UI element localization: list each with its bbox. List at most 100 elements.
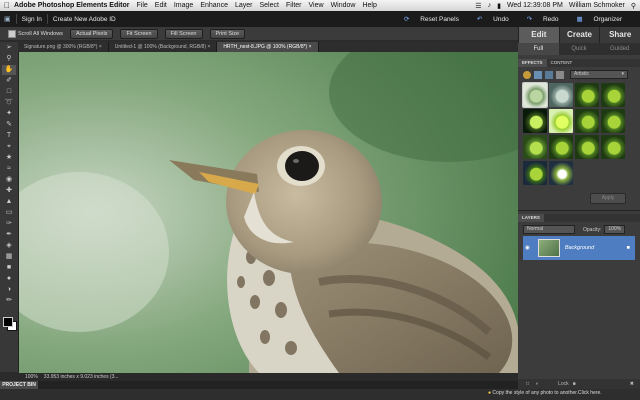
straighten-tool-icon[interactable]: ≈ <box>2 164 16 174</box>
clock[interactable]: Wed 12:39:08 PM <box>507 2 563 9</box>
brush-tool-icon[interactable]: ✑ <box>2 219 16 229</box>
tab-quick[interactable]: Quick <box>559 43 600 55</box>
tab-create[interactable]: Create <box>558 27 600 43</box>
effect-thumbnail[interactable] <box>523 109 547 133</box>
type-tool-icon[interactable]: T <box>2 131 16 141</box>
opacity-input[interactable]: 100% <box>604 225 626 234</box>
user-name[interactable]: William Schmoker <box>569 2 625 9</box>
volume-icon[interactable]: ♪ <box>488 2 492 9</box>
doc-tab-hrth-nest[interactable]: HRTH_nest-8.JPG @ 100% (RGB/8*) × <box>217 42 319 52</box>
blend-mode-select[interactable]: Normal <box>523 225 575 234</box>
menu-enhance[interactable]: Enhance <box>200 2 228 9</box>
menu-window[interactable]: Window <box>331 2 356 9</box>
tab-edit[interactable]: Edit <box>518 27 559 43</box>
effect-thumbnail[interactable] <box>522 82 548 108</box>
gradient-tool-icon[interactable]: ▦ <box>2 252 16 262</box>
hand-tool-icon[interactable]: ✋ <box>2 65 16 75</box>
sign-in-link[interactable]: Sign In <box>22 16 42 23</box>
menu-view[interactable]: View <box>309 2 324 9</box>
doc-tab-untitled[interactable]: Untitled-1 @ 100% (Background, RGB/8) × <box>109 42 218 52</box>
effect-thumbnail[interactable] <box>575 135 599 159</box>
lasso-tool-icon[interactable]: ➰ <box>2 98 16 108</box>
reset-panels-button[interactable]: ⟳ Reset Panels <box>404 15 468 23</box>
apple-menu-icon[interactable]:  <box>0 1 14 10</box>
move-tool-icon[interactable]: ➢ <box>2 43 16 53</box>
pencil-tool-icon[interactable]: ✏ <box>2 296 16 306</box>
fit-screen-button[interactable]: Fit Screen <box>120 28 158 39</box>
foreground-color-swatch[interactable] <box>3 317 13 327</box>
redo-button[interactable]: ↷ Redo <box>527 15 568 23</box>
clone-stamp-tool-icon[interactable]: ▲ <box>2 197 16 207</box>
cookie-cutter-tool-icon[interactable]: ★ <box>2 153 16 163</box>
menu-help[interactable]: Help <box>362 2 376 9</box>
healing-brush-tool-icon[interactable]: ✚ <box>2 186 16 196</box>
scroll-all-checkbox[interactable] <box>8 29 16 38</box>
home-icon[interactable]: ▣ <box>4 15 11 23</box>
menu-file[interactable]: File <box>137 2 148 9</box>
tab-full[interactable]: Full <box>518 43 559 55</box>
effect-thumbnail[interactable] <box>601 83 625 107</box>
effect-thumbnail[interactable] <box>523 161 547 185</box>
apply-effect-button[interactable]: Apply <box>590 193 626 204</box>
layer-styles-icon[interactable] <box>534 70 542 79</box>
color-swatches-icon[interactable] <box>2 314 17 334</box>
organizer-button[interactable]: ▦ Organizer <box>577 15 632 23</box>
zoom-level[interactable]: 100% <box>25 374 38 380</box>
spotlight-search-icon[interactable]: ⚲ <box>631 2 636 10</box>
eraser-tool-icon[interactable]: ▭ <box>2 208 16 218</box>
quick-selection-tool-icon[interactable]: ✎ <box>2 120 16 130</box>
fill-screen-button[interactable]: Fill Screen <box>164 28 203 39</box>
all-effects-icon[interactable] <box>556 70 564 79</box>
red-eye-tool-icon[interactable]: ◉ <box>2 175 16 185</box>
effect-thumbnail[interactable] <box>549 109 573 133</box>
shape-tool-icon[interactable]: ■ <box>2 263 16 273</box>
actual-pixels-button[interactable]: Actual Pixels <box>69 28 114 39</box>
tab-guided[interactable]: Guided <box>599 43 640 55</box>
effect-thumbnail[interactable] <box>523 135 547 159</box>
effect-thumbnail[interactable] <box>549 161 573 185</box>
menu-select[interactable]: Select <box>259 2 278 9</box>
photo-effects-icon[interactable] <box>545 70 553 79</box>
trash-icon[interactable]: ✖ <box>630 381 634 387</box>
eyedropper-tool-icon[interactable]: ✐ <box>2 76 16 86</box>
tab-content[interactable]: CONTENT <box>547 59 577 67</box>
sponge-tool-icon[interactable]: ◑ <box>2 285 16 295</box>
crop-tool-icon[interactable]: ⌖ <box>2 142 16 152</box>
blur-tool-icon[interactable]: ● <box>2 274 16 284</box>
tab-share[interactable]: Share <box>599 27 640 43</box>
print-size-button[interactable]: Print Size <box>209 28 246 39</box>
effect-thumbnail[interactable] <box>549 135 573 159</box>
wifi-icon[interactable]: ☰ <box>475 2 481 10</box>
battery-icon[interactable]: ▮ <box>497 2 501 10</box>
document-dimensions[interactable]: 33.953 inches x 9.023 inches (3... <box>44 374 119 380</box>
menu-edit[interactable]: Edit <box>155 2 167 9</box>
create-adobe-id-link[interactable]: Create New Adobe ID <box>53 16 116 23</box>
lock-all-icon[interactable]: ■ <box>573 381 576 387</box>
app-name-menu[interactable]: Adobe Photoshop Elements Editor <box>14 2 130 9</box>
undo-button[interactable]: ↶ Undo <box>477 15 518 23</box>
menu-layer[interactable]: Layer <box>235 2 253 9</box>
effect-thumbnail[interactable] <box>575 109 599 133</box>
menu-image[interactable]: Image <box>174 2 193 9</box>
project-bin-button[interactable]: PROJECT BIN <box>0 381 38 389</box>
marquee-tool-icon[interactable]: □ <box>2 87 16 97</box>
zoom-tool-icon[interactable]: ⚲ <box>2 54 16 64</box>
adjustment-layer-icon[interactable]: ◑ <box>535 381 538 387</box>
tab-effects[interactable]: EFFECTS <box>518 59 547 67</box>
effect-category-select[interactable]: Artistic ▾ <box>570 70 628 79</box>
effect-thumbnail[interactable] <box>575 83 599 107</box>
visibility-eye-icon[interactable]: ◉ <box>525 245 530 251</box>
tip-text[interactable]: ● Copy the style of any photo to another… <box>488 390 602 396</box>
new-layer-icon[interactable]: □ <box>526 381 529 387</box>
image-canvas[interactable] <box>19 52 518 373</box>
magic-wand-tool-icon[interactable]: ✦ <box>2 109 16 119</box>
smart-brush-tool-icon[interactable]: ✒ <box>2 230 16 240</box>
filters-icon[interactable] <box>523 70 531 79</box>
layer-row-background[interactable]: ◉ Background ■ <box>523 236 635 260</box>
effect-thumbnail[interactable] <box>601 135 625 159</box>
effect-thumbnail[interactable] <box>549 83 573 107</box>
effect-thumbnail[interactable] <box>601 109 625 133</box>
paint-bucket-tool-icon[interactable]: ◈ <box>2 241 16 251</box>
menu-filter[interactable]: Filter <box>286 2 302 9</box>
doc-tab-signature[interactable]: Signature.png @ 300% (RGB/8*) × <box>18 42 109 52</box>
